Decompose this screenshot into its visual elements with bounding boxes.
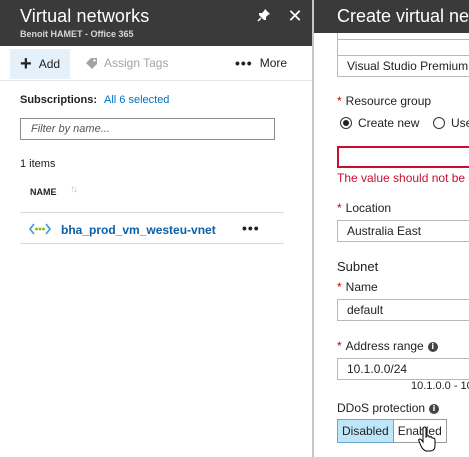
hand-cursor-icon <box>418 426 436 452</box>
row-ellipsis-icon[interactable]: ••• <box>242 220 260 236</box>
location-select[interactable]: Australia East <box>337 220 469 242</box>
create-blade-header: Create virtual network <box>314 0 469 33</box>
more-button[interactable]: ••• More <box>235 56 287 70</box>
radio-selected-icon <box>340 117 352 129</box>
items-count: 1 items <box>20 158 56 170</box>
pin-icon-glyph <box>257 9 270 22</box>
address-range-label: * Address range i <box>337 339 438 353</box>
ddos-label: DDoS protection i <box>337 401 440 415</box>
address-range-label-text: Address range <box>345 339 424 353</box>
radio-create-new[interactable]: Create new <box>340 116 419 130</box>
pin-icon[interactable] <box>256 8 272 24</box>
table-row[interactable]: bha_prod_vm_westeu-vnet ••• <box>20 213 284 244</box>
subnet-name-label-text: Name <box>345 280 378 294</box>
blade-title: Virtual networks <box>20 6 150 26</box>
blade-header: Virtual networks Benoit HAMET - Office 3… <box>0 0 312 46</box>
location-label-text: Location <box>345 201 392 215</box>
subnet-name-label: * Name <box>337 280 378 294</box>
create-virtual-network-blade: Create virtual network Visual Studio Pre… <box>314 0 469 457</box>
subnet-heading: Subnet <box>337 259 379 274</box>
radio-use-existing-label: Use existing <box>451 116 469 130</box>
ddos-disabled-option[interactable]: Disabled <box>337 419 394 443</box>
assign-tags-button[interactable]: Assign Tags <box>85 56 168 70</box>
close-icon[interactable]: ✕ <box>286 6 304 26</box>
location-label: * Location <box>337 201 391 215</box>
subnet-name-input[interactable]: default <box>337 299 469 321</box>
info-icon[interactable]: i <box>427 342 438 352</box>
plus-icon: + <box>20 53 32 75</box>
resource-group-label-text: Resource group <box>345 94 432 108</box>
blade-subtitle: Benoit HAMET - Office 365 <box>20 29 134 39</box>
required-asterisk: * <box>337 94 342 108</box>
name-column-header[interactable]: NAME <box>30 187 57 197</box>
resource-group-error: The value should not be empty. <box>337 171 469 185</box>
required-asterisk: * <box>337 201 342 215</box>
required-asterisk: * <box>337 280 342 294</box>
vnet-name-link[interactable]: bha_prod_vm_westeu-vnet <box>61 223 216 237</box>
resource-group-input[interactable] <box>337 146 469 168</box>
add-button[interactable]: + Add <box>10 49 70 79</box>
subscriptions-label: Subscriptions: <box>20 94 98 106</box>
resource-group-label: * Resource group <box>337 94 431 108</box>
ellipsis-icon: ••• <box>235 55 253 71</box>
radio-unselected-icon <box>433 117 445 129</box>
more-label: More <box>259 56 288 70</box>
info-icon[interactable]: i <box>429 404 440 414</box>
add-button-label: Add <box>38 57 61 71</box>
tag-icon <box>86 57 97 69</box>
address-range-hint: 10.1.0.0 - 10.1.0.255 <box>411 380 469 392</box>
create-blade-title: Create virtual network <box>337 6 469 26</box>
required-asterisk: * <box>337 339 342 353</box>
sort-icon[interactable]: ↑↓ <box>70 184 78 195</box>
subscription-select[interactable]: Visual Studio Premium <box>337 55 469 77</box>
address-range-input[interactable]: 10.1.0.0/24 <box>337 358 469 380</box>
ddos-label-text: DDoS protection <box>337 401 426 415</box>
virtual-networks-blade: Virtual networks Benoit HAMET - Office 3… <box>0 0 312 457</box>
command-bar: + Add Assign Tags ••• More <box>0 46 312 81</box>
assign-tags-label: Assign Tags <box>104 56 169 70</box>
subscriptions-link[interactable]: All 6 selected <box>104 94 169 106</box>
radio-create-new-label: Create new <box>358 116 420 130</box>
filter-input[interactable] <box>20 118 275 140</box>
radio-use-existing[interactable]: Use existing <box>433 116 469 130</box>
subscription-label-clip <box>338 33 469 40</box>
virtual-network-icon <box>29 223 51 235</box>
